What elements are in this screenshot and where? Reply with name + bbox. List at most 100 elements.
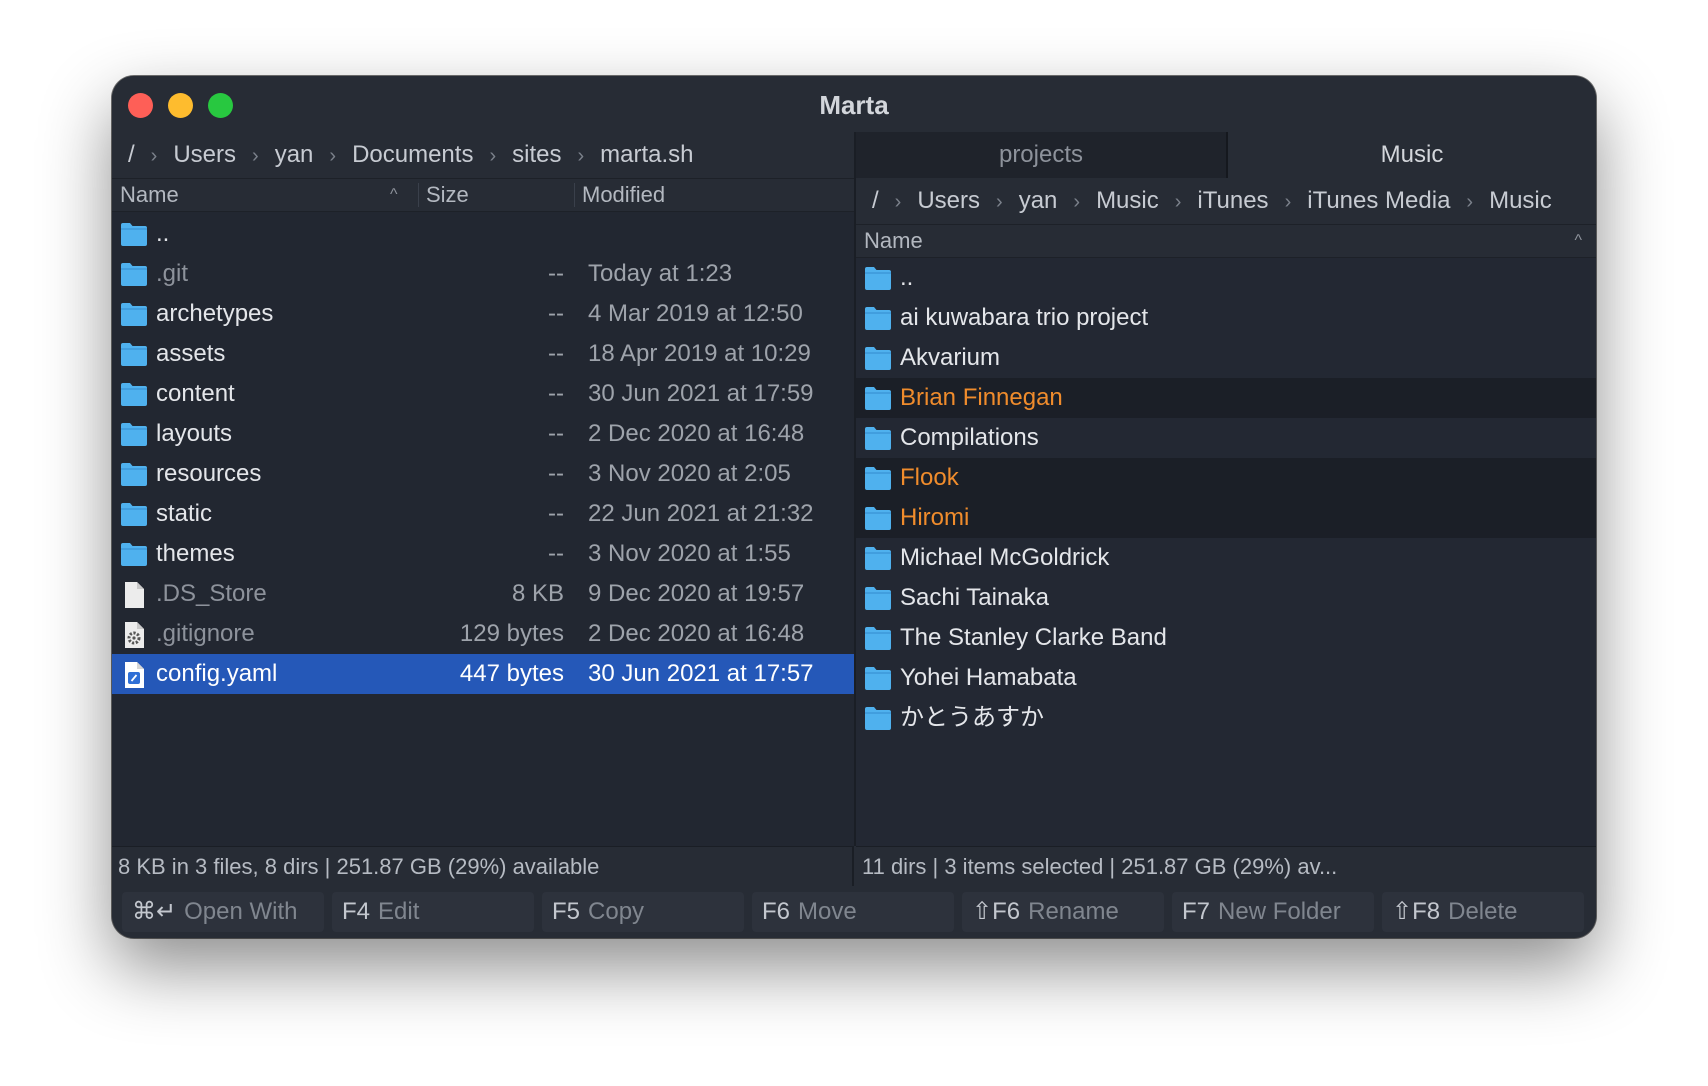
item-name: layouts <box>156 420 233 447</box>
window-title: Marta <box>819 90 889 120</box>
sort-ascending-icon[interactable]: ^ <box>390 179 398 211</box>
right-pane[interactable]: projects Music / › Users › yan › Music › iTunes ›… <box>856 132 1596 846</box>
folder-icon <box>120 221 148 252</box>
edit-button[interactable]: F4 Edit <box>332 892 534 932</box>
list-item[interactable]: かとうあすか <box>856 698 1596 738</box>
right-status-bar: 11 dirs | 3 items selected | 251.87 GB (… <box>856 846 1596 886</box>
list-item[interactable]: .git -- Today at 1:23 <box>112 254 854 294</box>
key-shortcut: ⌘↵ <box>132 898 177 925</box>
list-item[interactable]: Hiromi <box>856 498 1596 538</box>
key-label: Delete <box>1448 898 1518 925</box>
list-item[interactable]: Yohei Hamabata <box>856 658 1596 698</box>
column-modified-header[interactable]: Modified <box>582 179 665 211</box>
item-name: Yohei Hamabata <box>900 664 1077 691</box>
list-item[interactable]: Sachi Tainaka <box>856 578 1596 618</box>
breadcrumb-item[interactable]: Music <box>1489 178 1552 224</box>
item-size: -- <box>548 500 564 527</box>
right-breadcrumb: / › Users › yan › Music › iTunes › iTunes Media › Mu… <box>856 178 1596 225</box>
breadcrumb-item[interactable]: Users <box>917 178 980 224</box>
column-name-header[interactable]: Name <box>120 179 179 211</box>
breadcrumb-item[interactable]: Documents <box>352 132 473 178</box>
list-item[interactable]: Brian Finnegan <box>856 378 1596 418</box>
list-item[interactable]: config.yaml 447 bytes 30 Jun 2021 at 17:57 <box>112 654 854 694</box>
list-item[interactable]: themes -- 3 Nov 2020 at 1:55 <box>112 534 854 574</box>
item-modified: 2 Dec 2020 at 16:48 <box>588 620 805 647</box>
list-item[interactable]: assets -- 18 Apr 2019 at 10:29 <box>112 334 854 374</box>
list-item[interactable]: content -- 30 Jun 2021 at 17:59 <box>112 374 854 414</box>
breadcrumb-item[interactable]: / <box>128 132 135 178</box>
list-item[interactable]: archetypes -- 4 Mar 2019 at 12:50 <box>112 294 854 334</box>
list-item[interactable]: resources -- 3 Nov 2020 at 2:05 <box>112 454 854 494</box>
delete-button[interactable]: ⇧F8 Delete <box>1382 892 1584 932</box>
item-modified: 2 Dec 2020 at 16:48 <box>588 420 805 447</box>
column-size-header[interactable]: Size <box>426 179 469 211</box>
breadcrumb-item[interactable]: marta.sh <box>600 132 693 178</box>
key-shortcut: F4 <box>342 898 371 925</box>
breadcrumb-item[interactable]: Users <box>173 132 236 178</box>
item-modified: 4 Mar 2019 at 12:50 <box>588 300 803 327</box>
item-name: Brian Finnegan <box>900 384 1063 411</box>
list-item[interactable]: .. <box>856 258 1596 298</box>
breadcrumb-item[interactable]: iTunes Media <box>1307 178 1450 224</box>
list-item[interactable]: Michael McGoldrick <box>856 538 1596 578</box>
list-item[interactable]: Flook <box>856 458 1596 498</box>
item-modified: 9 Dec 2020 at 19:57 <box>588 580 805 607</box>
tab-music[interactable]: Music <box>1228 132 1596 178</box>
key-shortcut: ⇧F8 <box>1392 898 1441 925</box>
left-pane[interactable]: / › Users › yan › Documents › sites › marta.sh Nam… <box>112 132 856 846</box>
folder-icon <box>120 301 148 332</box>
item-modified: 3 Nov 2020 at 1:55 <box>588 540 791 567</box>
list-item[interactable]: The Stanley Clarke Band <box>856 618 1596 658</box>
item-name: .git <box>156 260 189 287</box>
breadcrumb-item[interactable]: / <box>872 178 879 224</box>
move-button[interactable]: F6 Move <box>752 892 954 932</box>
list-item[interactable]: Compilations <box>856 418 1596 458</box>
breadcrumb-item[interactable]: Music <box>1096 178 1159 224</box>
sort-ascending-icon[interactable]: ^ <box>1574 225 1582 257</box>
item-name: Akvarium <box>900 344 1001 371</box>
list-item[interactable]: .gitignore 129 bytes 2 Dec 2020 at 16:48 <box>112 614 854 654</box>
item-modified: Today at 1:23 <box>588 260 733 287</box>
rename-button[interactable]: ⇧F6 Rename <box>962 892 1164 932</box>
folder-icon <box>864 585 892 616</box>
list-item[interactable]: static -- 22 Jun 2021 at 21:32 <box>112 494 854 534</box>
list-item[interactable]: Akvarium <box>856 338 1596 378</box>
chevron-right-icon: › <box>329 145 337 167</box>
item-name: .. <box>156 220 170 247</box>
folder-icon <box>864 625 892 656</box>
breadcrumb-item[interactable]: iTunes <box>1197 178 1268 224</box>
item-size: 8 KB <box>511 580 564 607</box>
item-name: ai kuwabara trio project <box>900 304 1149 331</box>
copy-button[interactable]: F5 Copy <box>542 892 744 932</box>
folder-icon <box>120 341 148 372</box>
column-divider[interactable] <box>574 183 575 207</box>
right-file-list: .. ai kuwabara trio project Akvarium Brian … <box>856 258 1596 738</box>
left-status-bar: 8 KB in 3 files, 8 dirs | 251.87 GB (29%… <box>112 846 854 886</box>
folder-icon <box>120 261 148 292</box>
list-item[interactable]: layouts -- 2 Dec 2020 at 16:48 <box>112 414 854 454</box>
chevron-right-icon: › <box>150 145 158 167</box>
new-folder-button[interactable]: F7 New Folder <box>1172 892 1374 932</box>
item-name: themes <box>156 540 235 567</box>
item-size: -- <box>548 340 564 367</box>
key-label: Move <box>798 898 857 925</box>
tab-bar: projects Music <box>856 132 1596 178</box>
tab-projects[interactable]: projects <box>856 132 1228 178</box>
column-divider[interactable] <box>418 183 419 207</box>
key-shortcut: ⇧F6 <box>972 898 1021 925</box>
item-name: config.yaml <box>156 660 278 687</box>
column-name-header[interactable]: Name <box>864 225 923 257</box>
list-item[interactable]: ai kuwabara trio project <box>856 298 1596 338</box>
folder-icon <box>864 545 892 576</box>
open-with-button[interactable]: ⌘↵ Open With <box>122 892 324 932</box>
list-item[interactable]: .. <box>112 214 854 254</box>
folder-icon <box>864 705 892 736</box>
list-item[interactable]: .DS_Store 8 KB 9 Dec 2020 at 19:57 <box>112 574 854 614</box>
breadcrumb-item[interactable]: yan <box>1019 178 1058 224</box>
breadcrumb-item[interactable]: sites <box>512 132 561 178</box>
item-modified: 30 Jun 2021 at 17:57 <box>588 660 814 687</box>
item-name: assets <box>156 340 226 367</box>
item-size: 447 bytes <box>459 660 564 687</box>
breadcrumb-item[interactable]: yan <box>275 132 314 178</box>
right-column-header: Name ^ <box>856 225 1596 258</box>
